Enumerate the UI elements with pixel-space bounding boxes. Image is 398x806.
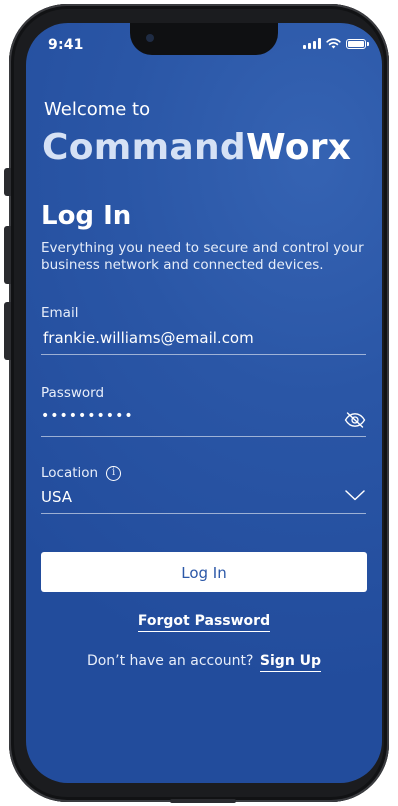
brand-part-worx: Worx [245, 127, 352, 168]
volume-up-button [4, 226, 11, 284]
brand-part-command: Command [42, 127, 246, 168]
chevron-down-icon[interactable] [345, 490, 365, 501]
password-label-text: Password [41, 385, 105, 401]
notch [130, 23, 278, 55]
location-label: Location i [41, 465, 366, 481]
welcome-text: Welcome to [44, 99, 151, 120]
bottom-edge-detail [170, 799, 236, 803]
signup-prompt: Don’t have an account? [86, 653, 254, 669]
location-field-group[interactable]: Location i USA [41, 465, 366, 514]
password-field-group: Password •••••••••• [41, 385, 366, 437]
signal-icon [303, 38, 321, 49]
email-label-text: Email [41, 305, 79, 321]
email-input[interactable] [41, 328, 370, 354]
brand-logo-text: CommandWorx [42, 127, 351, 168]
login-button[interactable]: Log In [41, 552, 367, 592]
eye-slash-icon[interactable] [344, 412, 366, 428]
info-icon[interactable]: i [106, 465, 122, 481]
location-label-text: Location [41, 465, 99, 481]
email-field-group: Email [41, 305, 370, 355]
forgot-password-link[interactable]: Forgot Password [137, 613, 271, 632]
page-title: Log In [41, 201, 132, 231]
password-input[interactable]: •••••••••• [41, 409, 366, 436]
email-label: Email [41, 305, 366, 321]
battery-icon [346, 38, 369, 49]
mute-switch [4, 168, 11, 196]
forgot-password-row: Forgot Password [26, 613, 382, 632]
status-time: 9:41 [48, 37, 84, 53]
front-camera [146, 34, 154, 42]
password-label: Password [41, 385, 366, 401]
page-subtitle: Everything you need to secure and contro… [41, 240, 364, 273]
signup-link[interactable]: Sign Up [259, 653, 322, 672]
app-screen: 9:41 Welcome to CommandWorx Log In Every… [26, 23, 382, 783]
wifi-icon [326, 38, 341, 49]
signup-row: Don’t have an account? Sign Up [26, 653, 382, 672]
status-icons [303, 38, 369, 49]
location-select[interactable]: USA [41, 488, 366, 513]
volume-down-button [4, 302, 11, 360]
